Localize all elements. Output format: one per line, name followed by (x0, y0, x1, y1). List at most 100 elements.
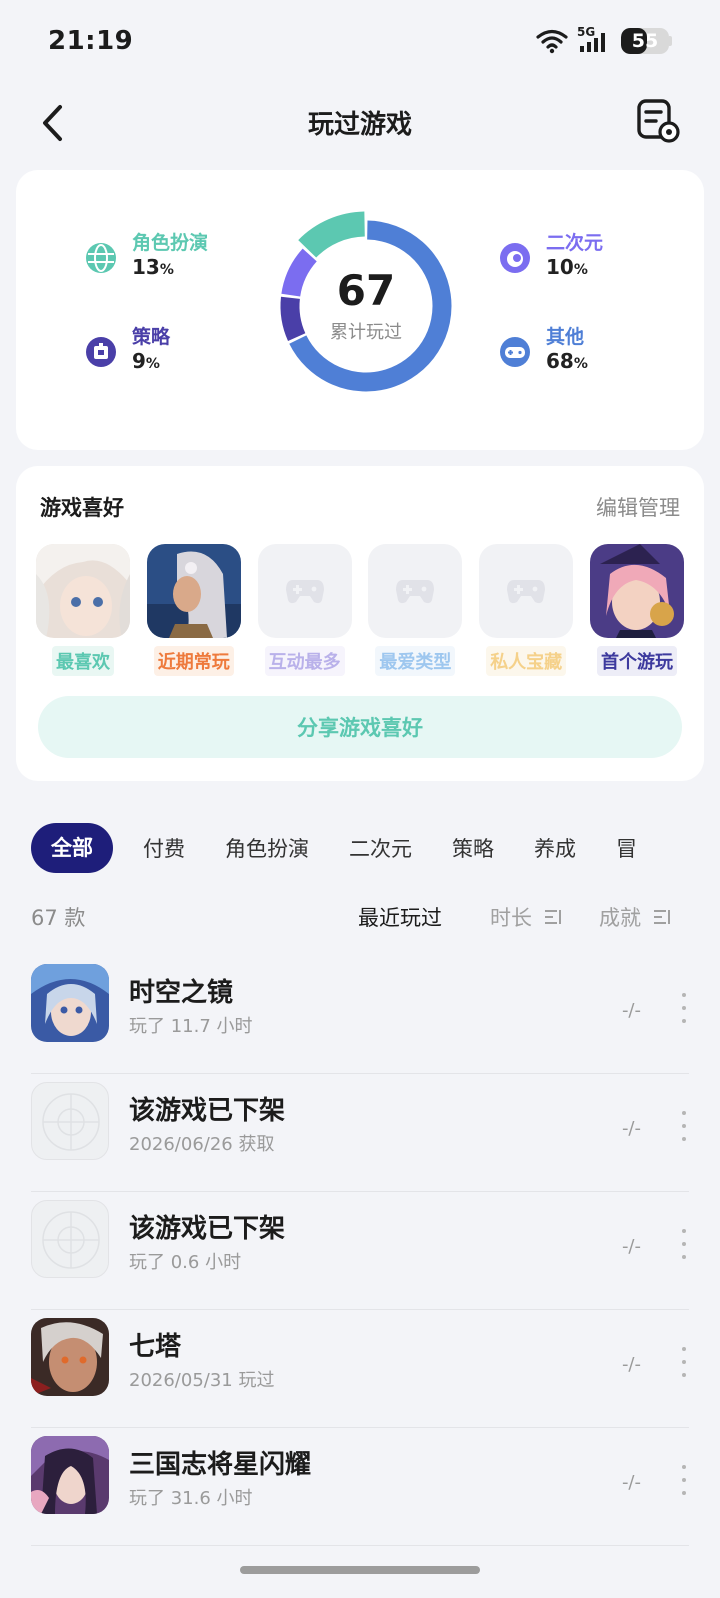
edit-manage-button[interactable]: 编辑管理 (596, 492, 680, 522)
gamepad-placeholder-icon (479, 544, 574, 638)
game-icon-placeholder (31, 1200, 109, 1278)
more-options-icon[interactable] (679, 1465, 689, 1495)
game-subtitle: 玩了 11.7 小时 (129, 1016, 253, 1037)
pref-recent[interactable]: 近期常玩 (146, 544, 241, 676)
legend-role-playing: 角色扮演 13% (84, 232, 208, 283)
game-icon (31, 1318, 109, 1396)
game-achievement: -/- (621, 1118, 641, 1139)
category-tabs: 全部 付费 角色扮演 二次元 策略 养成 冒 (31, 822, 677, 874)
list-settings-icon (637, 99, 680, 143)
sort-duration-button[interactable]: 时长 (490, 902, 563, 932)
game-achievement: -/- (621, 1236, 641, 1257)
pref-label: 近期常玩 (153, 646, 234, 676)
preferences-title: 游戏喜好 (40, 496, 124, 520)
game-name: 该游戏已下架 (129, 1096, 286, 1126)
game-icon-placeholder (31, 1082, 109, 1160)
game-row[interactable]: 该游戏已下架 2026/06/26 获取 -/- (31, 1074, 689, 1192)
pref-label: 最喜欢 (52, 646, 114, 676)
gamepad-icon (498, 335, 532, 369)
share-preferences-button[interactable]: 分享游戏喜好 (38, 696, 682, 758)
game-name: 时空之镜 (129, 978, 234, 1008)
legend-pct: 10% (546, 255, 588, 279)
status-icons: 5G 55 (535, 25, 672, 54)
legend-name: 角色扮演 (132, 232, 209, 254)
gamepad-placeholder-icon (257, 544, 352, 638)
game-name: 该游戏已下架 (129, 1214, 286, 1244)
preferences-card: 游戏喜好 编辑管理 最喜欢 近期常玩 互动最多 最爱类型 私人宝藏 首个游玩 分… (16, 466, 704, 781)
signal-icon: 5G (577, 25, 613, 54)
sort-achievement-button[interactable]: 成就 (599, 902, 672, 932)
total-played-label: 累计玩过 (330, 322, 402, 343)
game-achievement: -/- (621, 1000, 641, 1021)
game-list: 时空之镜 玩了 11.7 小时 -/- 该游戏已下架 2026/06/26 获取… (31, 956, 689, 1546)
page-title: 玩过游戏 (307, 110, 412, 140)
more-options-icon[interactable] (679, 1229, 689, 1259)
pref-label: 私人宝藏 (486, 646, 567, 676)
game-count: 67 款 (31, 906, 86, 930)
tab-strategy[interactable]: 策略 (452, 833, 494, 863)
pref-most-interaction[interactable]: 互动最多 (257, 544, 352, 676)
game-name: 三国志将星闪耀 (129, 1450, 312, 1480)
sort-order-icon (544, 910, 561, 924)
game-row[interactable]: 该游戏已下架 玩了 0.6 小时 -/- (31, 1192, 689, 1310)
tab-cultivation[interactable]: 养成 (534, 833, 576, 863)
sort-row: 67 款 最近玩过 时长 成就 (31, 900, 689, 932)
game-achievement: -/- (621, 1354, 641, 1375)
game-subtitle: 2026/05/31 玩过 (129, 1370, 275, 1391)
pref-favorite-type[interactable]: 最爱类型 (368, 544, 463, 676)
game-subtitle: 玩了 0.6 小时 (129, 1252, 242, 1273)
home-indicator[interactable] (240, 1566, 480, 1574)
game-name: 七塔 (129, 1332, 182, 1362)
sort-recent-button[interactable]: 最近玩过 (358, 902, 442, 932)
game-subtitle: 玩了 31.6 小时 (129, 1488, 253, 1509)
tab-role-playing[interactable]: 角色扮演 (225, 833, 309, 863)
game-thumbnail (589, 544, 684, 638)
pref-label: 最爱类型 (375, 646, 456, 676)
game-thumbnail (146, 544, 241, 638)
sort-achievement-label: 成就 (599, 906, 641, 930)
list-settings-button[interactable] (634, 97, 682, 145)
legend-pct: 13% (132, 255, 174, 279)
strategy-icon (84, 335, 118, 369)
pref-label: 首个游玩 (596, 646, 677, 676)
preference-items: 最喜欢 近期常玩 互动最多 最爱类型 私人宝藏 首个游玩 (36, 544, 684, 676)
globe-icon (84, 241, 118, 275)
game-icon (31, 1436, 109, 1514)
legend-pct: 9% (132, 349, 160, 373)
anime-icon (498, 241, 532, 275)
legend-name: 其他 (546, 326, 585, 348)
wifi-icon (536, 29, 568, 54)
legend-name: 策略 (132, 326, 171, 348)
sort-order-icon (653, 910, 670, 924)
game-row[interactable]: 七塔 2026/05/31 玩过 -/- (31, 1310, 689, 1428)
tab-all[interactable]: 全部 (31, 823, 113, 873)
legend-anime: 二次元 10% (498, 232, 603, 283)
total-played-count: 67 (336, 266, 396, 315)
tab-paid[interactable]: 付费 (143, 833, 185, 863)
nav-bar: 玩过游戏 (0, 92, 720, 154)
status-time: 21:19 (48, 26, 134, 56)
game-thumbnail (36, 544, 130, 638)
battery-icon: 55 (621, 28, 669, 54)
tab-adventure[interactable]: 冒 (616, 833, 637, 863)
tab-anime[interactable]: 二次元 (349, 833, 412, 863)
more-options-icon[interactable] (679, 1347, 689, 1377)
gamepad-placeholder-icon (368, 544, 463, 638)
pref-private-treasure[interactable]: 私人宝藏 (479, 544, 574, 676)
pref-favorite[interactable]: 最喜欢 (36, 544, 130, 676)
legend-name: 二次元 (546, 232, 604, 254)
more-options-icon[interactable] (679, 993, 689, 1023)
pref-first-played[interactable]: 首个游玩 (589, 544, 684, 676)
legend-other: 其他 68% (498, 326, 588, 377)
battery-level: 55 (631, 30, 659, 52)
more-options-icon[interactable] (679, 1111, 689, 1141)
stats-card: 角色扮演 13% 策略 9% 67 累计玩过 二次元 10% 其他 68% (16, 170, 704, 450)
game-subtitle: 2026/06/26 获取 (129, 1134, 275, 1155)
game-row[interactable]: 三国志将星闪耀 玩了 31.6 小时 -/- (31, 1428, 689, 1546)
game-icon (31, 964, 109, 1042)
pref-label: 互动最多 (264, 646, 345, 676)
legend-pct: 68% (546, 349, 588, 373)
sort-duration-label: 时长 (490, 906, 532, 930)
game-row[interactable]: 时空之镜 玩了 11.7 小时 -/- (31, 956, 689, 1074)
legend-strategy: 策略 9% (84, 326, 170, 377)
